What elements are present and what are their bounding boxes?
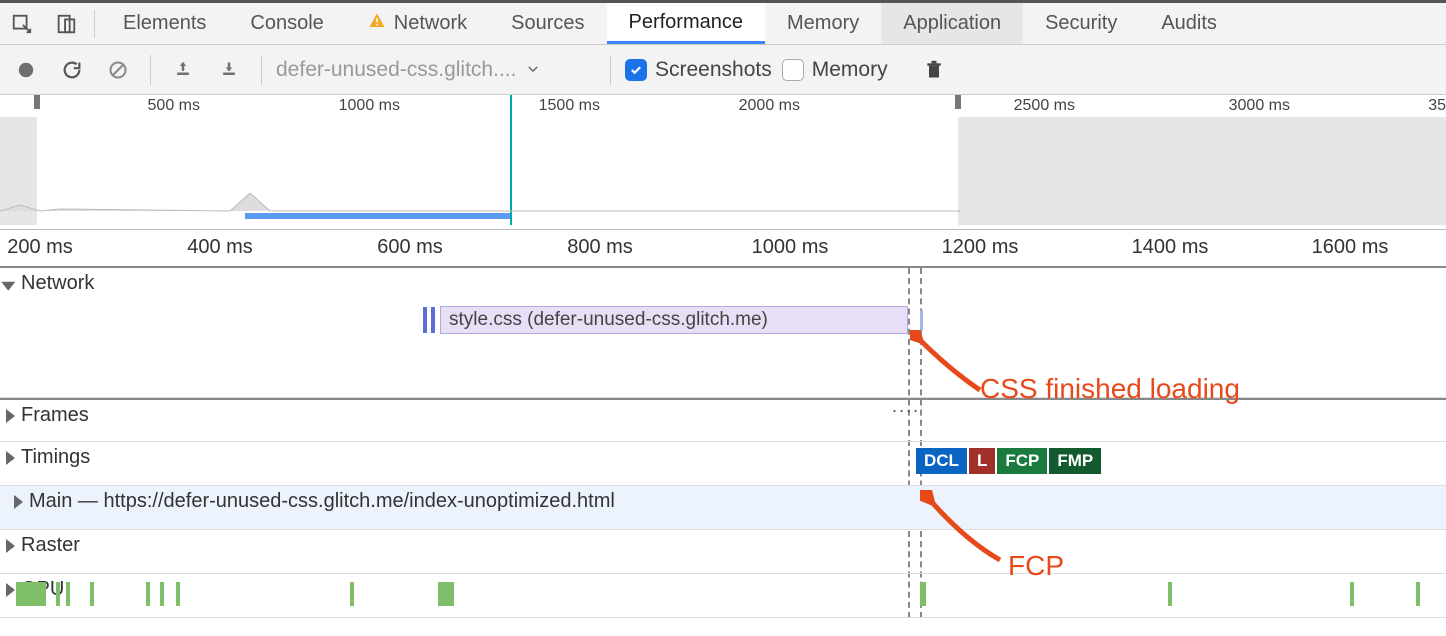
devtools-tabbar: Elements Console Network Sources Perform… [0,0,1446,45]
annotation-text: FCP [1008,550,1064,582]
divider [94,10,95,38]
profile-select[interactable]: defer-unused-css.glitch.... [276,54,596,86]
track-main: Main — https://defer-unused-css.glitch.m… [0,486,1446,530]
track-label: Main — https://defer-unused-css.glitch.m… [29,490,615,513]
disclosure-triangle-icon [14,495,23,509]
checkbox-icon [625,59,647,81]
track-header-raster[interactable]: Raster [0,530,1446,561]
separator [150,55,151,85]
tab-memory[interactable]: Memory [765,3,881,44]
timing-badge-fmp[interactable]: FMP [1049,448,1101,474]
track-label: Frames [21,404,89,427]
track-timings: Timings DCL L FCP FMP [0,442,1446,486]
tracks-container: .... Network style.css (defer-unused-css… [0,268,1446,618]
overview-network-bar [245,213,510,219]
disclosure-triangle-icon [6,539,15,553]
track-header-main[interactable]: Main — https://defer-unused-css.glitch.m… [4,486,1446,517]
inspect-button[interactable] [0,2,44,46]
overview-handle-left[interactable] [34,95,40,109]
separator [261,55,262,85]
warning-icon [368,12,386,36]
separator [610,55,611,85]
overview-timeline[interactable]: 500 ms 1000 ms 1500 ms 2000 ms 2500 ms 3… [0,95,1446,230]
network-request-label: style.css (defer-unused-css.glitch.me) [449,309,768,331]
record-button[interactable] [8,52,44,88]
tab-security[interactable]: Security [1023,3,1139,44]
tab-elements[interactable]: Elements [101,3,228,44]
track-raster: Raster [0,530,1446,574]
tab-audits[interactable]: Audits [1139,3,1239,44]
chevron-down-icon [526,58,540,82]
request-end-tick [920,310,923,330]
screenshots-checkbox[interactable]: Screenshots [625,58,772,82]
overview-shade-right [958,117,1446,225]
save-profile-button[interactable] [211,52,247,88]
tab-network[interactable]: Network [346,3,489,44]
main-ruler[interactable]: 200 ms 400 ms 600 ms 800 ms 1000 ms 1200… [0,230,1446,268]
disclosure-triangle-icon [6,451,15,465]
track-label: Raster [21,534,80,557]
annotation-text: CSS finished loading [980,373,1240,405]
memory-checkbox[interactable]: Memory [782,58,888,82]
screenshots-label: Screenshots [655,58,772,82]
network-request-bar[interactable]: style.css (defer-unused-css.glitch.me) [440,306,908,334]
checkbox-icon [782,59,804,81]
overview-handle-right[interactable] [955,95,961,109]
load-profile-button[interactable] [165,52,201,88]
timing-badges: DCL L FCP FMP [916,448,1101,474]
gc-button[interactable] [916,52,952,88]
track-gpu: GPU [0,574,1446,618]
tab-console[interactable]: Console [228,3,345,44]
overview-ruler: 500 ms 1000 ms 1500 ms 2000 ms 2500 ms 3… [0,95,1446,117]
track-header-timings[interactable]: Timings [0,442,1446,473]
disclosure-triangle-icon [1,281,15,290]
clear-button[interactable] [100,52,136,88]
track-header-network[interactable]: Network [0,268,1446,299]
perf-toolbar: defer-unused-css.glitch.... Screenshots … [0,45,1446,95]
timing-badge-fcp[interactable]: FCP [997,448,1047,474]
tab-application[interactable]: Application [881,3,1023,44]
profile-select-label: defer-unused-css.glitch.... [276,58,516,82]
disclosure-triangle-icon [6,409,15,423]
track-label: Timings [21,446,90,469]
request-wait-segment [423,307,441,333]
timing-badge-dcl[interactable]: DCL [916,448,967,474]
track-label: Network [21,272,94,295]
device-toggle-button[interactable] [44,2,88,46]
tab-performance[interactable]: Performance [607,3,766,44]
tab-sources[interactable]: Sources [489,3,606,44]
overview-cpu-spark [0,185,960,213]
reload-button[interactable] [54,52,90,88]
gpu-activity [0,582,1446,606]
memory-label: Memory [812,58,888,82]
timing-badge-load[interactable]: L [969,448,995,474]
